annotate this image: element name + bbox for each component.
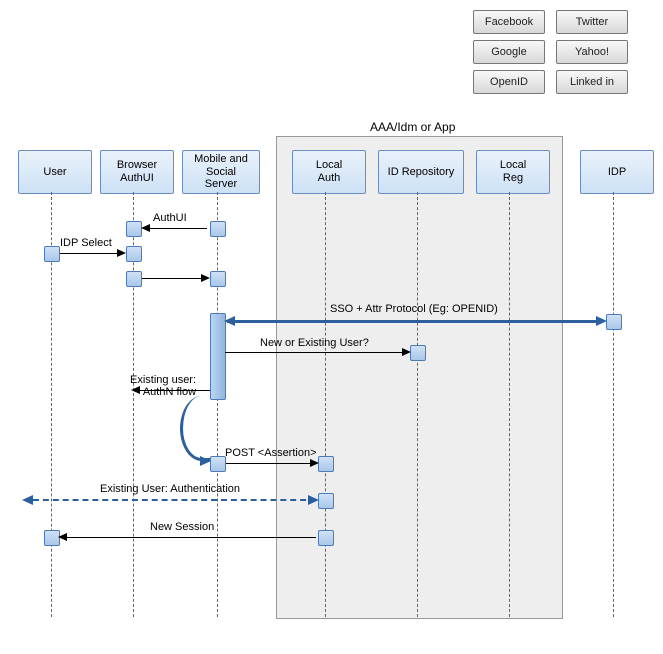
participant-browser: Browser AuthUI [100, 150, 174, 194]
participant-user: User [18, 150, 92, 194]
activation-user-1 [44, 246, 60, 262]
msg-post-label: POST <Assertion> [225, 447, 317, 459]
msg-sso-line [227, 320, 603, 323]
lifeline-idp [613, 192, 614, 617]
lifeline-local-auth [325, 192, 326, 617]
activation-mss-3 [210, 456, 226, 472]
participant-local-auth: Local Auth [292, 150, 366, 194]
idp-btn-yahoo[interactable]: Yahoo! [556, 40, 628, 64]
msg-existauth-arrow-l [22, 495, 33, 505]
activation-localauth-2 [318, 493, 334, 509]
msg-existing-flow-top-arrow [131, 386, 140, 394]
msg-existauth-arrow-r [308, 495, 319, 505]
lifeline-local-reg [509, 192, 510, 617]
msg-idpselect-arrow [117, 249, 126, 257]
msg-newexist-line [225, 352, 408, 353]
msg-sso-arrow-r [596, 316, 607, 326]
container-label: AAA/Idm or App [370, 120, 455, 134]
msg-browser-mss-line [142, 278, 206, 279]
msg-newsession-arrow [58, 533, 67, 541]
sequence-diagram: Facebook Twitter Google Yahoo! OpenID Li… [0, 0, 663, 654]
activation-localauth-3 [318, 530, 334, 546]
activation-idrepo-1 [410, 345, 426, 361]
msg-sso-arrow-l [224, 316, 235, 326]
activation-browser-2 [126, 246, 142, 262]
msg-existauth-label: Existing User: Authentication [100, 483, 240, 495]
msg-existing-flow-top [133, 390, 210, 391]
idp-btn-openid[interactable]: OpenID [473, 70, 545, 94]
msg-newsession-label: New Session [150, 521, 214, 533]
activation-browser-1 [126, 221, 142, 237]
msg-idpselect-line [60, 253, 124, 254]
idp-btn-facebook[interactable]: Facebook [473, 10, 545, 34]
msg-idpselect-label: IDP Select [60, 237, 112, 249]
participant-id-repo: ID Repository [378, 150, 464, 194]
idp-btn-twitter[interactable]: Twitter [556, 10, 628, 34]
participant-local-reg: Local Reg [476, 150, 550, 194]
msg-newexist-label: New or Existing User? [260, 337, 369, 349]
msg-newsession-line [60, 537, 316, 538]
msg-authui-line [143, 228, 207, 229]
msg-authui-label: AuthUI [153, 212, 187, 224]
msg-existing-flow-curve [180, 396, 223, 461]
msg-authui-arrow [141, 224, 150, 232]
msg-newexist-arrow [402, 348, 411, 356]
activation-browser-3 [126, 271, 142, 287]
msg-existauth-line [33, 499, 316, 501]
idp-btn-google[interactable]: Google [473, 40, 545, 64]
exec-mss-main [210, 313, 226, 400]
msg-sso-label: SSO + Attr Protocol (Eg: OPENID) [330, 303, 498, 315]
participant-idp: IDP [580, 150, 654, 194]
activation-localauth-1 [318, 456, 334, 472]
msg-browser-mss-arrow [201, 274, 210, 282]
participant-mss: Mobile and Social Server [182, 150, 260, 194]
activation-mss-2 [210, 271, 226, 287]
msg-post-line [226, 463, 316, 464]
msg-post-arrow [310, 459, 319, 467]
container-aaa [276, 136, 563, 619]
lifeline-id-repo [417, 192, 418, 617]
activation-idp-1 [606, 314, 622, 330]
idp-btn-linkedin[interactable]: Linked in [556, 70, 628, 94]
activation-mss-1 [210, 221, 226, 237]
